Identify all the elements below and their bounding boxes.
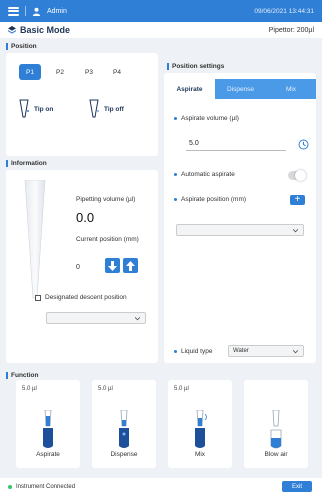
tip-off-icon — [89, 99, 99, 118]
mode-icon — [8, 26, 16, 34]
mode-title: Basic Mode — [20, 25, 71, 35]
status-bar: Instrument Connected Exit — [0, 478, 322, 495]
function-section-title: Function — [6, 372, 38, 379]
position-button-p2[interactable]: P2 — [49, 64, 71, 80]
arrow-down-icon — [108, 260, 117, 271]
mix-icon — [195, 410, 207, 448]
liquid-type-label: Liquid type — [174, 348, 212, 355]
tab-dispense[interactable]: Dispense — [215, 79, 266, 99]
position-button-p4[interactable]: P4 — [106, 64, 128, 80]
user-icon — [32, 7, 41, 16]
information-card: Pipetting volume (µl) 0.0 Current positi… — [6, 170, 158, 363]
function-dispense-button[interactable]: 5.0 µl Dispense — [92, 380, 156, 468]
pipette-tip-illustration — [24, 180, 46, 299]
tip-on-button[interactable]: Tip on — [18, 99, 53, 119]
aspirate-volume-label: Aspirate volume (µl) — [174, 115, 239, 122]
tip-on-icon — [19, 99, 29, 118]
blow-air-icon — [270, 410, 282, 449]
liquid-type-select[interactable]: Water — [228, 345, 304, 357]
exit-button[interactable]: Exit — [282, 481, 312, 492]
current-position-value: 0 — [76, 264, 80, 271]
function-label: Aspirate — [36, 451, 60, 458]
mode-bar: Basic Mode Pipettor: 200µl — [0, 22, 322, 38]
function-aspirate-button[interactable]: 5.0 µl Aspirate — [16, 380, 80, 468]
tab-mix[interactable]: Mix — [266, 79, 316, 99]
pipetting-volume-value: 0.0 — [76, 210, 95, 225]
tip-on-label: Tip on — [34, 105, 54, 113]
user-name: Admin — [47, 7, 67, 15]
information-section-title: Information — [6, 160, 47, 167]
aspirate-icon — [43, 410, 53, 448]
add-position-button[interactable]: + — [290, 195, 305, 205]
automatic-aspirate-toggle[interactable] — [288, 170, 306, 181]
function-label: Blow air — [264, 451, 288, 458]
current-position-label: Current position (mm) — [76, 236, 139, 243]
datetime: 09/06/2021 13:44:31 — [254, 7, 314, 15]
top-bar: Admin 09/06/2021 13:44:31 — [0, 0, 322, 22]
automatic-aspirate-label: Automatic aspirate — [174, 171, 235, 178]
function-label: Dispense — [110, 451, 138, 458]
aspirate-position-select[interactable] — [176, 224, 304, 236]
position-settings-section-title: Position settings — [167, 63, 224, 70]
tip-off-label: Tip off — [104, 105, 124, 113]
aspirate-volume-input[interactable]: 5.0 — [186, 137, 286, 151]
descent-select[interactable] — [46, 312, 146, 324]
descent-checkbox[interactable] — [35, 295, 41, 301]
menu-icon[interactable] — [8, 6, 19, 16]
position-button-p3[interactable]: P3 — [78, 64, 100, 80]
tab-aspirate[interactable]: Aspirate — [164, 79, 215, 99]
function-blow-air-button[interactable]: Blow air — [244, 380, 308, 468]
aspirate-position-label: Aspirate position (mm) — [174, 196, 246, 203]
chevron-down-icon — [293, 228, 298, 232]
function-mix-button[interactable]: 5.0 µl Mix — [168, 380, 232, 468]
move-down-button[interactable] — [105, 258, 120, 273]
chevron-down-icon — [135, 316, 140, 320]
descent-label: Designated descent position — [45, 294, 127, 301]
tip-off-button[interactable]: Tip off — [88, 99, 124, 119]
function-volume: 5.0 µl — [22, 386, 37, 392]
function-volume: 5.0 µl — [98, 386, 113, 392]
pipetting-volume-label: Pipetting volume (µl) — [76, 196, 136, 203]
move-up-button[interactable] — [123, 258, 138, 273]
position-card: P1 P2 P3 P4 Tip on Tip off — [6, 53, 158, 156]
divider — [25, 6, 26, 16]
connection-status-text: Instrument Connected — [16, 483, 76, 490]
connection-status-dot — [8, 484, 12, 489]
position-section-title: Position — [6, 43, 37, 50]
position-settings-card: Aspirate Dispense Mix Aspirate volume (µ… — [164, 73, 316, 363]
function-volume: 5.0 µl — [174, 386, 189, 392]
chevron-down-icon — [293, 349, 298, 353]
clock-icon[interactable] — [298, 139, 309, 150]
arrow-up-icon — [126, 260, 135, 271]
function-label: Mix — [194, 451, 206, 458]
liquid-type-value: Water — [233, 348, 249, 354]
pipettor-label: Pipettor: 200µl — [268, 26, 314, 34]
position-button-p1[interactable]: P1 — [19, 64, 41, 80]
dispense-icon — [119, 410, 129, 448]
